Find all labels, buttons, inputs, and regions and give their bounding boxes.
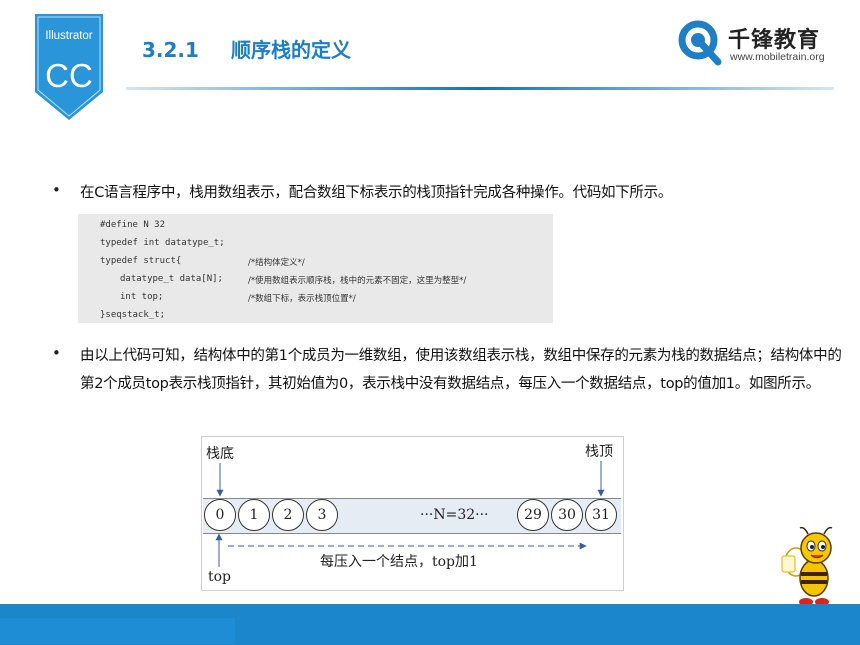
illustrator-cc-badge: Illustrator CC bbox=[35, 14, 103, 120]
top-pointer-label: top bbox=[208, 569, 232, 585]
code-line: int top; bbox=[120, 292, 164, 302]
code-comment: /*使用数组表示顺序栈，栈中的元素不固定，这里为整型*/ bbox=[248, 276, 467, 286]
code-line: datatype_t data[N]; bbox=[120, 274, 223, 284]
code-line: typedef struct{ bbox=[100, 256, 182, 266]
page-title: 3.2.1 顺序栈的定义 bbox=[142, 34, 351, 63]
code-line: }seqstack_t; bbox=[100, 310, 166, 320]
stack-diagram: 栈底 栈顶 0 1 2 3 ···N=32··· 29 30 31 每压入一个结… bbox=[201, 436, 624, 591]
badge-label: Illustrator bbox=[45, 30, 93, 42]
code-block: #define N 32 typedef int datatype_t; typ… bbox=[78, 214, 553, 323]
logo-q-icon bbox=[678, 20, 722, 66]
code-comment: /*结构体定义*/ bbox=[248, 258, 305, 268]
bullet-dot: • bbox=[52, 344, 61, 362]
code-comment: /*数组下标，表示栈顶位置*/ bbox=[248, 294, 356, 304]
bullet-text: 在C语言程序中，栈用数组表示，配合数组下标表示的栈顶指针完成各种操作。代码如下所… bbox=[80, 185, 673, 201]
section-number: 3.2.1 bbox=[142, 38, 199, 62]
footer-band-accent bbox=[0, 618, 235, 644]
code-line: #define N 32 bbox=[100, 220, 166, 230]
push-caption: 每压入一个结点，top加1 bbox=[320, 554, 478, 570]
logo-url: www.mobiletrain.org bbox=[730, 51, 825, 63]
section-title: 顺序栈的定义 bbox=[230, 38, 351, 62]
bullet-dot: • bbox=[52, 181, 61, 199]
code-line: typedef int datatype_t; bbox=[100, 238, 225, 248]
bullet-text: 由以上代码可知，结构体中的第1个成员为一维数组，使用该数组表示栈，数组中保存的元… bbox=[80, 348, 842, 392]
bee-mascot-icon bbox=[781, 526, 833, 606]
brand-logo: 千锋教育 www.mobiletrain.org bbox=[676, 18, 842, 68]
title-divider bbox=[126, 87, 834, 90]
badge-abbr: CC bbox=[45, 57, 93, 94]
logo-name: 千锋教育 bbox=[728, 28, 821, 53]
